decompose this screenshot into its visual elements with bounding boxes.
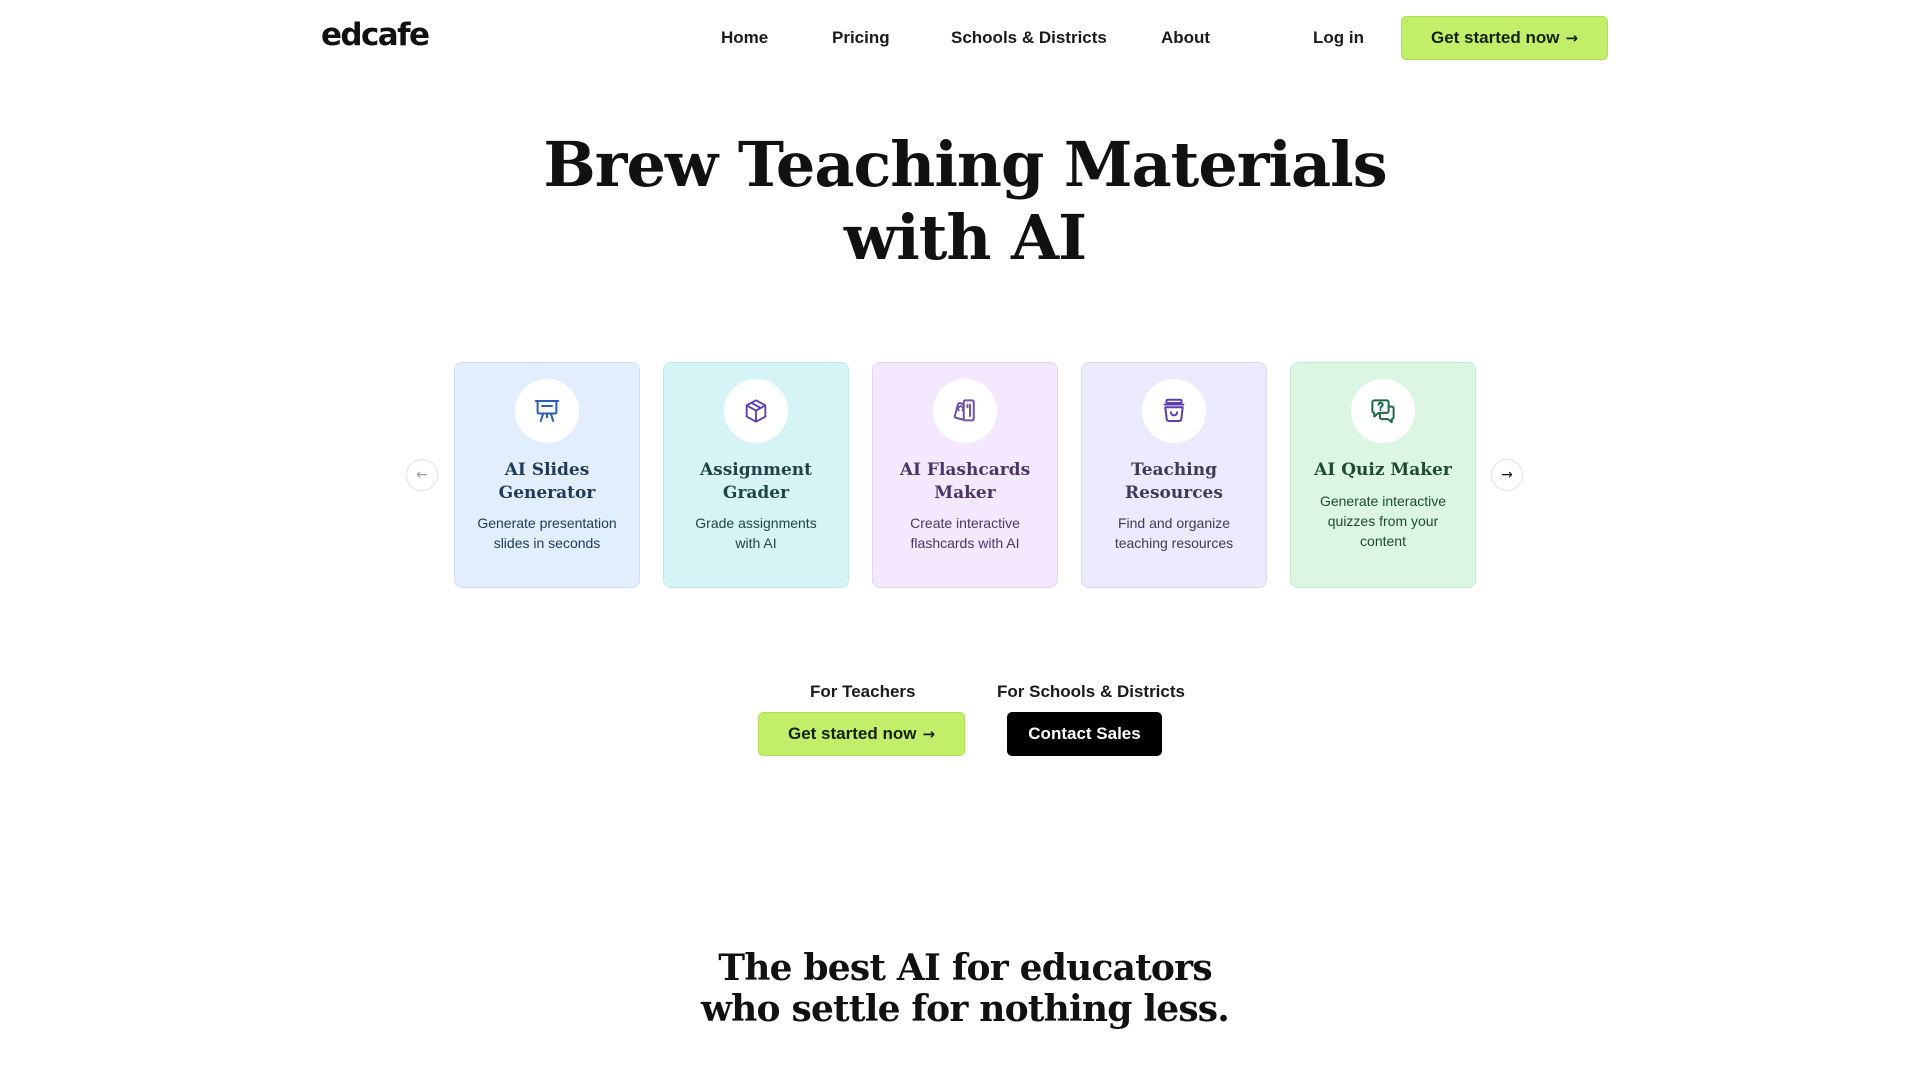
card-description: Generate interactive quizzes from your c… bbox=[1319, 493, 1447, 549]
arrow-left-icon: ← bbox=[416, 467, 428, 483]
hero-title-line-2: with AI bbox=[843, 201, 1087, 274]
arrow-right-icon: → bbox=[1565, 29, 1579, 47]
card-ai-quiz-maker[interactable]: AI Quiz Maker Generate interactive quizz… bbox=[1290, 362, 1476, 588]
card-ai-flashcards-maker[interactable]: AI Flashcards Maker Create interactive f… bbox=[872, 362, 1058, 588]
arrow-right-icon: → bbox=[922, 725, 936, 743]
nav-about[interactable]: About bbox=[1161, 28, 1210, 48]
card-description: Create interactive flashcards with AI bbox=[910, 515, 1020, 551]
tagline-heading: The best AI for educators who settle for… bbox=[0, 948, 1920, 1030]
card-title: Assignment Grader bbox=[699, 460, 813, 503]
nav-schools-districts[interactable]: Schools & Districts bbox=[951, 28, 1107, 48]
carousel-next-button[interactable]: → bbox=[1491, 459, 1523, 491]
get-started-button[interactable]: Get started now → bbox=[1401, 16, 1608, 60]
contact-sales-button[interactable]: Contact Sales bbox=[1007, 712, 1162, 756]
tagline-line-1: The best AI for educators bbox=[718, 947, 1212, 989]
edcafe-logo[interactable]: edcafe bbox=[321, 17, 430, 53]
card-description: Grade assignments with AI bbox=[695, 515, 817, 551]
teachers-get-started-label: Get started now bbox=[787, 724, 917, 743]
tagline-line-2: who settle for nothing less. bbox=[700, 988, 1230, 1030]
presentation-icon bbox=[515, 379, 579, 443]
arrow-right-icon: → bbox=[1501, 467, 1513, 483]
card-teaching-resources[interactable]: Teaching Resources Find and organize tea… bbox=[1081, 362, 1267, 588]
card-title: Teaching Resources bbox=[1125, 460, 1223, 503]
cube-icon bbox=[724, 379, 788, 443]
hero-title-line-1: Brew Teaching Materials bbox=[543, 128, 1387, 201]
card-description: Generate presentation slides in seconds bbox=[477, 515, 617, 551]
basket-icon bbox=[1142, 379, 1206, 443]
login-link[interactable]: Log in bbox=[1313, 28, 1364, 48]
card-title: AI Quiz Maker bbox=[1314, 460, 1452, 480]
nav-pricing[interactable]: Pricing bbox=[832, 28, 890, 48]
card-description: Find and organize teaching resources bbox=[1114, 515, 1234, 551]
quiz-chat-icon bbox=[1351, 379, 1415, 443]
card-title: AI Flashcards Maker bbox=[899, 460, 1031, 503]
get-started-label: Get started now bbox=[1430, 28, 1560, 47]
card-ai-slides-generator[interactable]: AI Slides Generator Generate presentatio… bbox=[454, 362, 640, 588]
card-assignment-grader[interactable]: Assignment Grader Grade assignments with… bbox=[663, 362, 849, 588]
nav-home[interactable]: Home bbox=[721, 28, 768, 48]
for-schools-label: For Schools & Districts bbox=[997, 682, 1185, 701]
teachers-get-started-button[interactable]: Get started now → bbox=[758, 712, 965, 756]
hero-title: Brew Teaching Materials with AI bbox=[0, 128, 1920, 274]
carousel-prev-button[interactable]: ← bbox=[406, 459, 438, 491]
for-teachers-label: For Teachers bbox=[810, 682, 916, 701]
site-header: edcafe Home Pricing Schools & Districts … bbox=[0, 0, 1920, 76]
card-title: AI Slides Generator bbox=[498, 460, 596, 503]
flashcards-icon bbox=[933, 379, 997, 443]
